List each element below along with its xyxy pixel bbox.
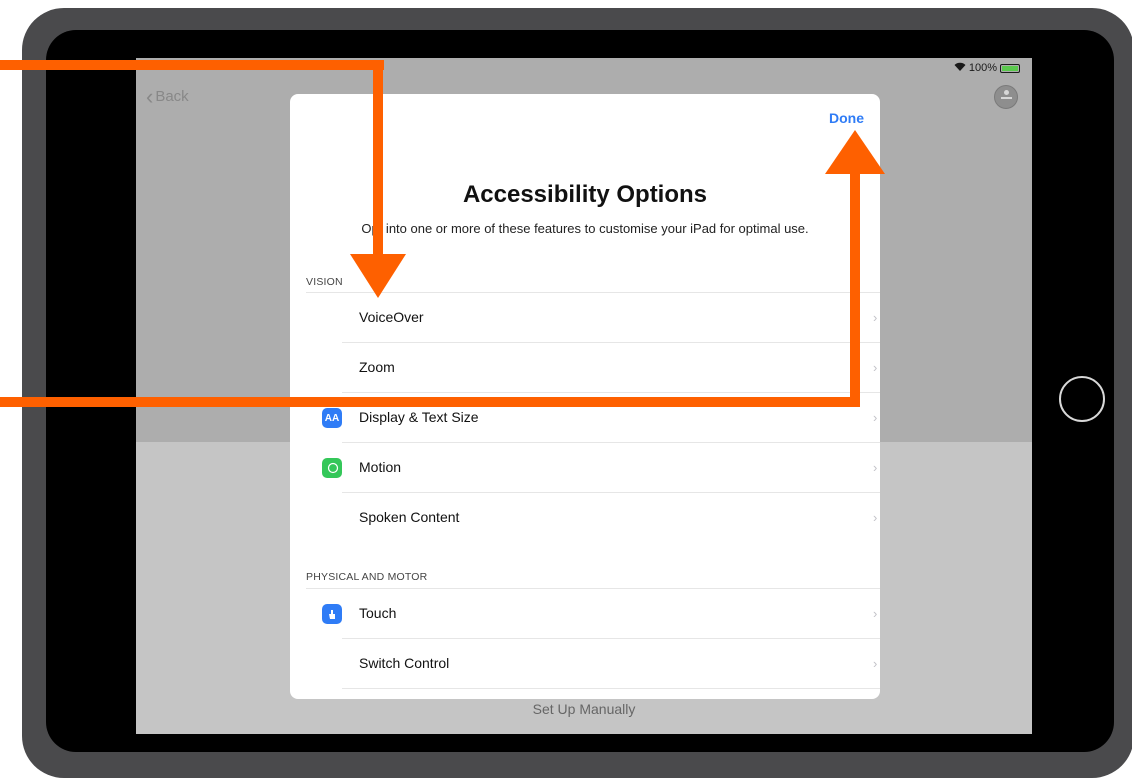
section-header-physical-motor: PHYSICAL AND MOTOR <box>306 571 428 583</box>
list-item-partial <box>342 688 880 699</box>
touch-icon <box>322 604 342 624</box>
chevron-right-icon: › <box>873 460 878 475</box>
row-label: Switch Control <box>359 655 450 671</box>
accessibility-icon[interactable] <box>994 85 1018 109</box>
list-item-zoom[interactable]: Zoom › <box>325 342 880 392</box>
row-label: Spoken Content <box>359 509 460 525</box>
chevron-right-icon: › <box>873 310 878 325</box>
back-label: Back <box>155 88 189 105</box>
status-bar: 100% <box>954 62 1020 74</box>
switch-control-icon <box>322 654 342 674</box>
spoken-content-icon <box>322 508 342 528</box>
row-label: Zoom <box>359 359 395 375</box>
done-button[interactable]: Done <box>829 110 864 126</box>
chevron-right-icon: › <box>873 606 878 621</box>
list-item-switch-control[interactable]: Switch Control › <box>326 638 880 688</box>
annotation-arrow-up-shaft <box>850 170 860 407</box>
annotation-arrow-bottom-horizontal <box>0 397 860 407</box>
chevron-right-icon: › <box>873 360 878 375</box>
row-label: Touch <box>359 605 397 621</box>
list-item-motion[interactable]: Motion › <box>322 442 880 492</box>
chevron-right-icon: › <box>873 510 878 525</box>
voiceover-icon <box>322 308 342 328</box>
list-item-voiceover[interactable]: VoiceOver › <box>306 292 880 342</box>
back-button[interactable]: ‹ Back <box>146 84 189 109</box>
chevron-right-icon: › <box>873 656 878 671</box>
wifi-icon <box>954 62 966 74</box>
row-label: Motion <box>359 459 402 475</box>
motion-icon <box>322 458 342 478</box>
section-header-vision: VISION <box>306 276 343 288</box>
chevron-left-icon: ‹ <box>146 84 154 109</box>
battery-icon <box>1000 63 1020 73</box>
arrow-up-icon <box>825 130 885 174</box>
arrow-down-icon <box>350 254 406 298</box>
row-label: VoiceOver <box>359 309 424 325</box>
home-button[interactable] <box>1059 376 1105 422</box>
list-item-spoken-content[interactable]: Spoken Content › <box>327 492 880 542</box>
set-up-manually-link[interactable]: Set Up Manually <box>136 701 1032 717</box>
battery-percentage: 100% <box>968 62 997 74</box>
zoom-icon <box>322 358 342 378</box>
row-label: Display & Text Size <box>359 409 479 425</box>
annotation-arrow-down-shaft <box>373 60 383 260</box>
display-text-size-icon: AA <box>322 408 342 428</box>
ipad-screen: 100% ‹ Back Set Up Manually Done Accessi… <box>136 58 1032 734</box>
list-item-touch[interactable]: Touch › <box>306 588 880 638</box>
chevron-right-icon: › <box>873 410 878 425</box>
annotation-arrow-top-horizontal <box>0 60 384 70</box>
